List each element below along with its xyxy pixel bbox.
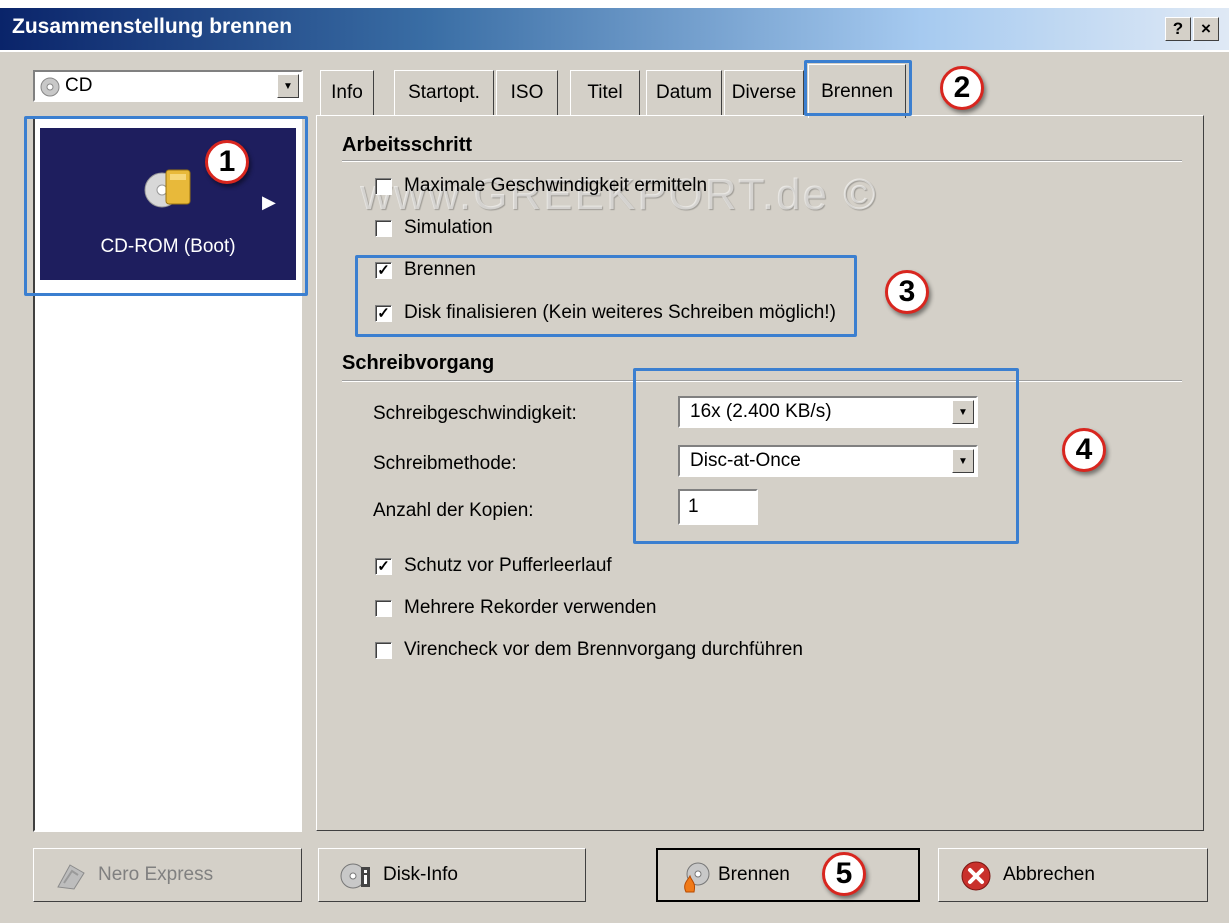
section-divider [342,160,1182,162]
burn-icon [680,860,714,894]
brennen-button-label: Brennen [718,864,790,885]
copies-label: Anzahl der Kopien: [373,500,534,521]
annotation-badge-4: 4 [1062,428,1106,472]
highlight-box-4 [633,368,1019,544]
disk-info-label: Disk-Info [383,864,458,885]
checkbox-multiple-recorders[interactable] [375,600,392,617]
tab-info[interactable]: Info [320,70,374,116]
help-button[interactable]: ? [1165,17,1191,41]
abbrechen-label: Abbrechen [1003,864,1095,885]
tab-titel[interactable]: Titel [570,70,640,116]
nero-express-label: Nero Express [98,864,214,885]
brennen-button[interactable]: Brennen [656,848,920,902]
nero-express-button[interactable]: Nero Express [33,848,302,902]
method-label: Schreibmethode: [373,453,517,474]
disk-info-icon [339,859,373,893]
nero-express-icon [54,859,88,893]
checkbox-virus-check[interactable] [375,642,392,659]
annotation-badge-5: 5 [822,852,866,896]
checkbox-label-virus-check: Virencheck vor dem Brennvorgang durchfüh… [404,639,803,660]
checkbox-label-max-speed: Maximale Geschwindigkeit ermitteln [404,175,708,196]
section-heading-arbeitsschritt: Arbeitsschritt [342,134,473,156]
tab-startopt[interactable]: Startopt. [394,70,494,116]
media-select-value: CD [65,75,93,96]
checkbox-max-speed[interactable] [375,178,392,195]
cd-icon [40,77,60,103]
highlight-box-1 [24,116,308,296]
checkbox-buffer-underrun[interactable]: ✓ [375,558,392,575]
cancel-icon [959,859,993,893]
tab-diverse[interactable]: Diverse [724,70,804,116]
annotation-badge-3: 3 [885,270,929,314]
annotation-badge-2: 2 [940,66,984,110]
section-heading-schreibvorgang: Schreibvorgang [342,352,495,374]
tab-datum[interactable]: Datum [646,70,722,116]
disk-info-button[interactable]: Disk-Info [318,848,586,902]
checkbox-label-simulation: Simulation [404,217,493,238]
close-button[interactable]: × [1193,17,1219,41]
window-title: Zusammenstellung brennen [12,15,293,38]
chevron-down-icon[interactable]: ▼ [277,74,299,98]
checkbox-label-multiple-recorders: Mehrere Rekorder verwenden [404,597,657,618]
annotation-badge-1: 1 [205,140,249,184]
media-select[interactable]: CD ▼ [33,70,303,102]
highlight-box-2 [804,60,912,116]
checkbox-simulation[interactable] [375,220,392,237]
checkbox-label-buffer-underrun: Schutz vor Pufferleerlauf [404,555,612,576]
speed-label: Schreibgeschwindigkeit: [373,403,577,424]
tab-iso[interactable]: ISO [496,70,558,116]
highlight-box-3 [355,255,857,337]
abbrechen-button[interactable]: Abbrechen [938,848,1208,902]
